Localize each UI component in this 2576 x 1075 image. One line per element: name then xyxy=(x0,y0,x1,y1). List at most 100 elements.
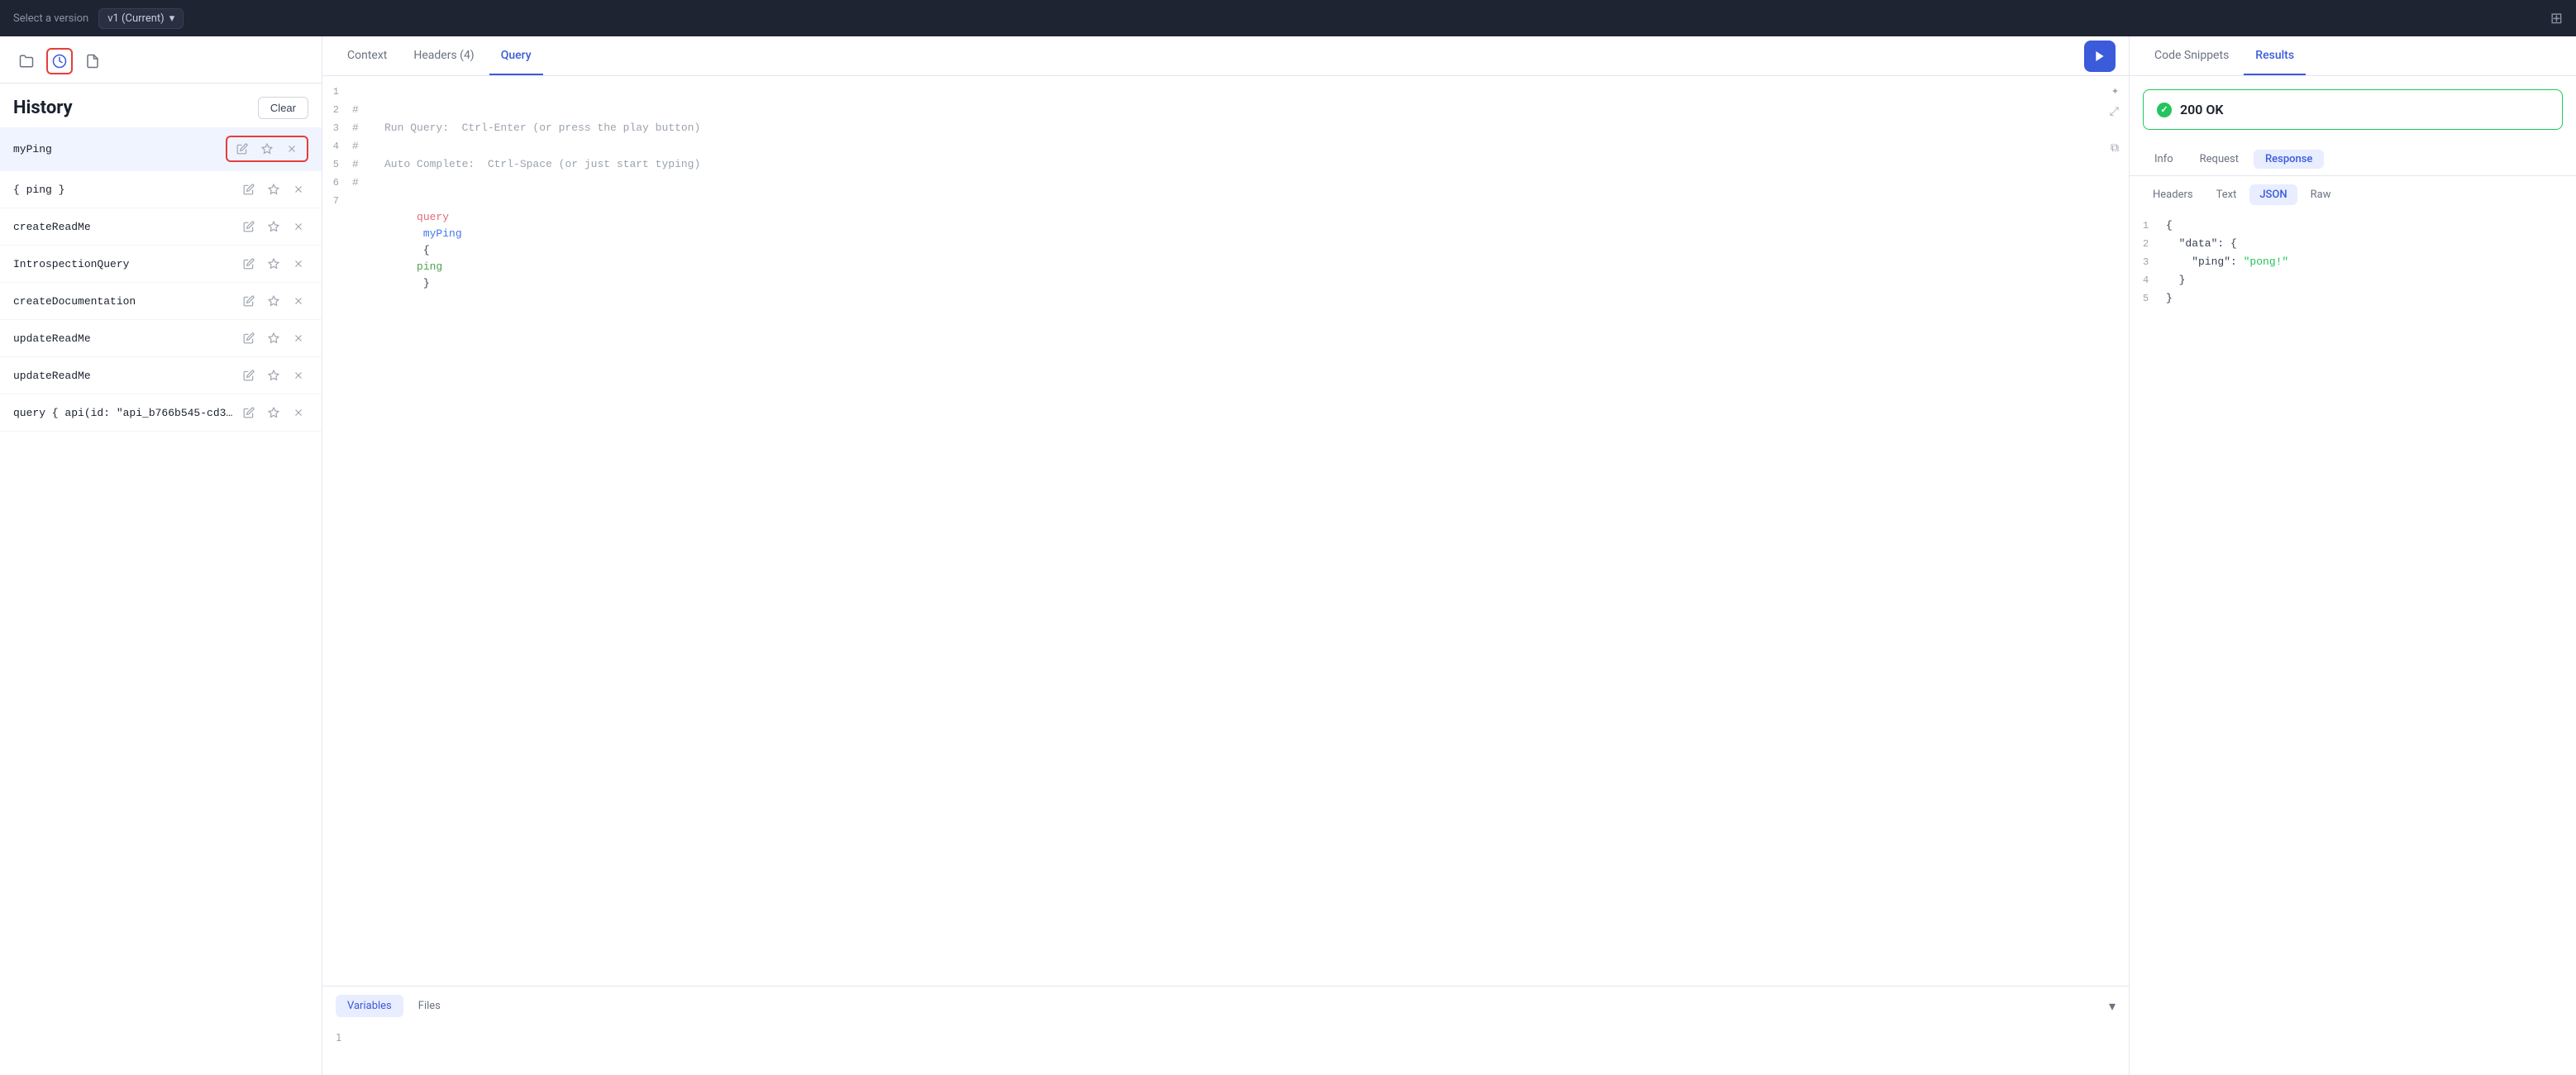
tab-variables[interactable]: Variables xyxy=(336,995,403,1017)
ai-sparkle-icon[interactable]: ✦ xyxy=(2111,83,2119,98)
response-sub-tabs: Info Request Response xyxy=(2130,143,2576,176)
json-line-2: 2 "data": { xyxy=(2143,235,2563,253)
delete-icon[interactable] xyxy=(282,139,302,159)
star-icon[interactable] xyxy=(264,403,284,423)
topbar-left: Select a version v1 (Current) ▾ xyxy=(13,8,184,29)
history-item-createreadme[interactable]: createReadMe xyxy=(0,208,322,246)
history-item-label: { ping } xyxy=(13,184,239,196)
tab-results[interactable]: Results xyxy=(2244,36,2306,75)
star-icon[interactable] xyxy=(264,254,284,274)
line-number: 3 xyxy=(322,120,352,136)
expand-code-icon[interactable]: ⤢ xyxy=(2110,106,2119,119)
right-tab-bar: Code Snippets Results xyxy=(2130,36,2576,76)
format-text[interactable]: Text xyxy=(2206,184,2247,205)
bottom-tab-bar: Variables Files ▾ xyxy=(322,986,2129,1025)
line-number: 2 xyxy=(322,102,352,118)
code-line-4: 4 # xyxy=(322,137,2129,155)
folder-icon-btn[interactable] xyxy=(13,48,40,74)
history-item-myping[interactable]: myPing xyxy=(0,127,322,171)
tab-headers[interactable]: Headers (4) xyxy=(402,36,485,75)
history-item-actions-ping xyxy=(239,179,308,199)
edit-icon[interactable] xyxy=(239,291,259,311)
edit-icon[interactable] xyxy=(239,254,259,274)
delete-icon[interactable] xyxy=(289,366,308,385)
chevron-down-icon[interactable]: ▾ xyxy=(2109,998,2116,1014)
version-label: Select a version xyxy=(13,12,88,25)
delete-icon[interactable] xyxy=(289,179,308,199)
history-item-ping[interactable]: { ping } xyxy=(0,171,322,208)
star-icon[interactable] xyxy=(264,366,284,385)
json-line-5: 5 } xyxy=(2143,289,2563,308)
query-name: myPing xyxy=(417,227,462,240)
copy-icon[interactable]: ⧉ xyxy=(2111,142,2119,155)
line-content: # xyxy=(352,174,359,191)
star-icon[interactable] xyxy=(264,179,284,199)
delete-icon[interactable] xyxy=(289,403,308,423)
star-icon[interactable] xyxy=(264,217,284,236)
run-button[interactable] xyxy=(2084,41,2116,72)
history-item-label: createDocumentation xyxy=(13,295,239,308)
brace-open: { xyxy=(417,244,436,256)
variables-content[interactable]: 1 xyxy=(322,1025,2129,1075)
tab-context[interactable]: Context xyxy=(336,36,398,75)
line-actions: ⤢ xyxy=(2110,106,2119,119)
delete-icon[interactable] xyxy=(289,217,308,236)
history-item-updatereadme1[interactable]: updateReadMe xyxy=(0,320,322,357)
main-layout: History Clear myPing xyxy=(0,36,2576,1075)
history-item-query-api[interactable]: query { api(id: "api_b766b545-cd34... xyxy=(0,394,322,432)
delete-icon[interactable] xyxy=(289,254,308,274)
history-item-label: IntrospectionQuery xyxy=(13,258,239,270)
tab-code-snippets[interactable]: Code Snippets xyxy=(2143,36,2240,75)
line-number: 7 xyxy=(322,193,352,209)
edit-icon[interactable] xyxy=(239,366,259,385)
brace-close: } xyxy=(417,277,430,289)
json-line-4: 4 } xyxy=(2143,271,2563,289)
star-icon[interactable] xyxy=(264,291,284,311)
history-item-introspection[interactable]: IntrospectionQuery xyxy=(0,246,322,283)
code-line-2: 2 # xyxy=(322,101,2129,119)
json-line-num: 2 xyxy=(2143,235,2166,253)
version-dropdown[interactable]: v1 (Current) ▾ xyxy=(98,8,184,29)
response-format-tabs: Headers Text JSON Raw xyxy=(2130,176,2576,213)
save-icon-btn[interactable] xyxy=(79,48,106,74)
delete-icon[interactable] xyxy=(289,328,308,348)
edit-icon[interactable] xyxy=(239,179,259,199)
history-icon-btn[interactable] xyxy=(46,48,73,74)
tab-query[interactable]: Query xyxy=(489,36,543,75)
code-editor[interactable]: ✦ 1 2 # 3 # Run Query: Ctrl-Enter (or pr… xyxy=(322,76,2129,986)
tab-files[interactable]: Files xyxy=(407,995,452,1017)
history-item-updatereadme2[interactable]: updateReadMe xyxy=(0,357,322,394)
center-tabs: Context Headers (4) Query xyxy=(336,36,543,75)
right-panel: Code Snippets Results 200 OK Info Reques… xyxy=(2130,36,2576,1075)
line-number: 1 xyxy=(322,84,352,100)
grid-icon[interactable]: ⊞ xyxy=(2550,10,2563,27)
json-string-value: "pong!" xyxy=(2244,256,2289,268)
line-number: 4 xyxy=(322,138,352,155)
status-ok-icon xyxy=(2157,103,2172,117)
edit-icon[interactable] xyxy=(239,403,259,423)
clear-button[interactable]: Clear xyxy=(258,97,308,119)
history-item-label: myPing xyxy=(13,143,226,155)
line-content: # Auto Complete: Ctrl-Space (or just sta… xyxy=(352,156,700,173)
subtab-response[interactable]: Response xyxy=(2254,150,2324,169)
subtab-request[interactable]: Request xyxy=(2188,150,2250,169)
format-raw[interactable]: Raw xyxy=(2301,184,2341,205)
format-json[interactable]: JSON xyxy=(2249,184,2297,205)
star-icon[interactable] xyxy=(264,328,284,348)
star-icon[interactable] xyxy=(257,139,277,159)
history-item-actions xyxy=(239,366,308,385)
edit-icon[interactable] xyxy=(239,328,259,348)
status-text: 200 OK xyxy=(2180,102,2224,117)
line-content: # xyxy=(352,138,359,155)
json-content: "data": { xyxy=(2166,235,2237,253)
json-line-num: 4 xyxy=(2143,271,2166,289)
sidebar-icon-row xyxy=(0,36,322,84)
history-item-createdoc[interactable]: createDocumentation xyxy=(0,283,322,320)
history-item-label: query { api(id: "api_b766b545-cd34... xyxy=(13,407,239,419)
subtab-info[interactable]: Info xyxy=(2143,150,2185,169)
format-headers[interactable]: Headers xyxy=(2143,184,2203,205)
json-content: } xyxy=(2166,271,2185,289)
delete-icon[interactable] xyxy=(289,291,308,311)
edit-icon[interactable] xyxy=(239,217,259,236)
edit-icon[interactable] xyxy=(232,139,252,159)
